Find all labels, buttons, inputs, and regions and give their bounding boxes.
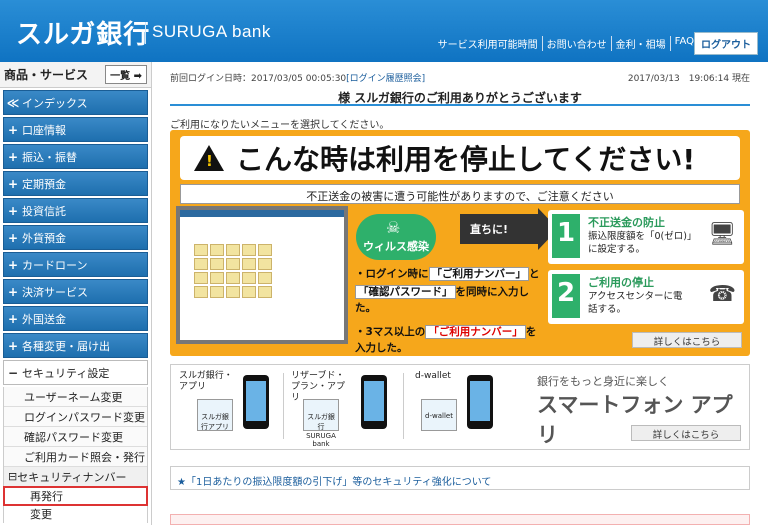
number-grid xyxy=(194,244,272,298)
security-notice-link[interactable]: ★「1日あたりの振込限度額の引下げ」等のセキュリティ強化について xyxy=(170,466,750,490)
phone-icon: ☎ xyxy=(708,282,736,307)
plus-icon: + xyxy=(7,122,19,137)
warning-icon xyxy=(194,145,224,171)
logo-divider xyxy=(145,22,146,44)
logout-button[interactable]: ログアウト xyxy=(694,32,758,55)
app2-icon: スルガ銀行 SURUGA bank xyxy=(303,399,339,448)
plus-icon: + xyxy=(7,257,19,272)
apps-more-button[interactable]: 詳しくはこちら xyxy=(631,425,741,441)
header: スルガ銀行 SURUGA bank サービス利用可能時間 お問い合わせ 金利・相… xyxy=(0,0,768,62)
bottom-notice-bar xyxy=(170,514,750,525)
minus-icon: ⊟ xyxy=(8,470,18,483)
app3-label: d-wallet xyxy=(415,371,451,381)
sidebar-title: 商品・サービス 一覧 ➡ xyxy=(0,62,151,88)
sidebar-item-account[interactable]: + 口座情報 xyxy=(3,117,148,142)
submenu-confirm-password-change[interactable]: 確認パスワード変更 xyxy=(4,427,147,447)
app2-phone xyxy=(361,375,387,429)
sidebar-item-security[interactable]: − セキュリティ設定 xyxy=(3,360,148,385)
plus-icon: + xyxy=(7,230,19,245)
sidebar-item-foreign-remit[interactable]: + 外国送金 xyxy=(3,306,148,331)
app1-phone xyxy=(243,375,269,429)
plus-icon: + xyxy=(7,149,19,164)
cause-text: ・ログイン時に 「ご利用ナンバー」と 「確認パスワード」 を同時に入力した。 ・3マ… xyxy=(355,267,540,354)
sidebar-title-text: 商品・サービス xyxy=(4,68,89,82)
app3-icon: d-wallet xyxy=(421,399,457,431)
submenu-card-inquiry[interactable]: ご利用カード照会・発行 xyxy=(4,447,147,467)
sidebar-item-index[interactable]: ≪ インデックス xyxy=(3,90,148,115)
list-button[interactable]: 一覧 ➡ xyxy=(105,65,147,84)
sidebar-item-changes[interactable]: + 各種変更・届け出 xyxy=(3,333,148,358)
sidebar-item-foreign-deposit[interactable]: + 外貨預金 xyxy=(3,225,148,250)
plus-icon: + xyxy=(7,284,19,299)
computer-icon: 🖥 xyxy=(708,222,736,247)
welcome-message: 様 スルガ銀行のご利用ありがとうございます xyxy=(170,84,750,106)
security-submenu: ユーザーネーム変更 ログインパスワード変更 確認パスワード変更 ご利用カード照会… xyxy=(3,387,148,523)
step2-box: 2 ご利用の停止 アクセスセンターに電話する。 ☎ xyxy=(548,270,744,324)
app1-icon: スルガ銀行アプリ xyxy=(197,399,233,431)
immediately-arrow: 直ちに! xyxy=(460,208,558,250)
apps-banner[interactable]: スルガ銀行・アプリ スルガ銀行アプリ リザーブド・プラン・アプリ スルガ銀行 S… xyxy=(170,364,750,450)
collapse-icon: ≪ xyxy=(6,95,20,110)
current-datetime: 2017/03/13 19:06:14 現在 xyxy=(627,74,750,84)
warning-banner[interactable]: こんな時は利用を停止してください! 不正送金の被害に遭う可能性がありますので、ご… xyxy=(170,130,750,356)
link-contact[interactable]: お問い合わせ xyxy=(541,36,611,51)
submenu-change[interactable]: 変更 xyxy=(4,505,147,523)
sidebar-item-investment[interactable]: + 投資信託 xyxy=(3,198,148,223)
step1-box: 1 不正送金の防止 振込限度額を「0(ゼロ)」に設定する。 🖥 xyxy=(548,210,744,264)
sidebar-item-time-deposit[interactable]: + 定期預金 xyxy=(3,171,148,196)
sidebar-item-payment[interactable]: + 決済サービス xyxy=(3,279,148,304)
warning-more-button[interactable]: 詳しくはこちら xyxy=(632,332,742,348)
promo-subtitle: 銀行をもっと身近に楽しく xyxy=(537,375,669,388)
sidebar-item-transfer[interactable]: + 振込・振替 xyxy=(3,144,148,169)
last-login: 前回ログイン日時：2017/03/05 00:05:30[ログイン履歴照会] xyxy=(170,74,426,84)
screenshot-illustration xyxy=(176,206,348,344)
submenu-login-password-change[interactable]: ログインパスワード変更 xyxy=(4,407,147,427)
plus-icon: + xyxy=(7,203,19,218)
app1-label: スルガ銀行・アプリ xyxy=(179,371,233,392)
submenu-reissue[interactable]: 再発行 xyxy=(3,486,148,506)
minus-icon: − xyxy=(7,365,19,380)
link-rates[interactable]: 金利・相場 xyxy=(610,36,670,51)
logo-jp[interactable]: スルガ銀行 xyxy=(16,14,150,51)
warning-title: こんな時は利用を停止してください! xyxy=(180,136,740,180)
login-history-link[interactable]: [ログイン履歴照会] xyxy=(346,74,425,84)
main-content: 前回ログイン日時：2017/03/05 00:05:30[ログイン履歴照会] 2… xyxy=(160,62,760,525)
virus-badge: ☠ ウィルス感染 xyxy=(356,214,436,260)
link-service-hours[interactable]: サービス利用可能時間 xyxy=(434,36,542,51)
sidebar-nav: ≪ インデックス + 口座情報 + 振込・振替 + 定期預金 + 投資信託 + 外貨預金 +… xyxy=(0,90,151,385)
plus-icon: + xyxy=(7,311,19,326)
plus-icon: + xyxy=(7,338,19,353)
logo-en[interactable]: SURUGA bank xyxy=(152,22,271,42)
skull-icon: ☠ xyxy=(386,218,401,237)
sidebar-item-card-loan[interactable]: + カードローン xyxy=(3,252,148,277)
security-number-head[interactable]: ⊟ セキュリティナンバー xyxy=(4,467,147,487)
sidebar: 商品・サービス 一覧 ➡ ≪ インデックス + 口座情報 + 振込・振替 + 定期預金 … xyxy=(0,62,152,525)
app3-phone xyxy=(467,375,493,429)
submenu-username-change[interactable]: ユーザーネーム変更 xyxy=(4,387,147,407)
warning-subtitle: 不正送金の被害に遭う可能性がありますので、ご注意ください xyxy=(180,184,740,204)
plus-icon: + xyxy=(7,176,19,191)
header-links: サービス利用可能時間 お問い合わせ 金利・相場 FAQ xyxy=(434,36,698,51)
menu-prompt: ご利用になりたいメニューを選択してください。 xyxy=(170,120,390,131)
